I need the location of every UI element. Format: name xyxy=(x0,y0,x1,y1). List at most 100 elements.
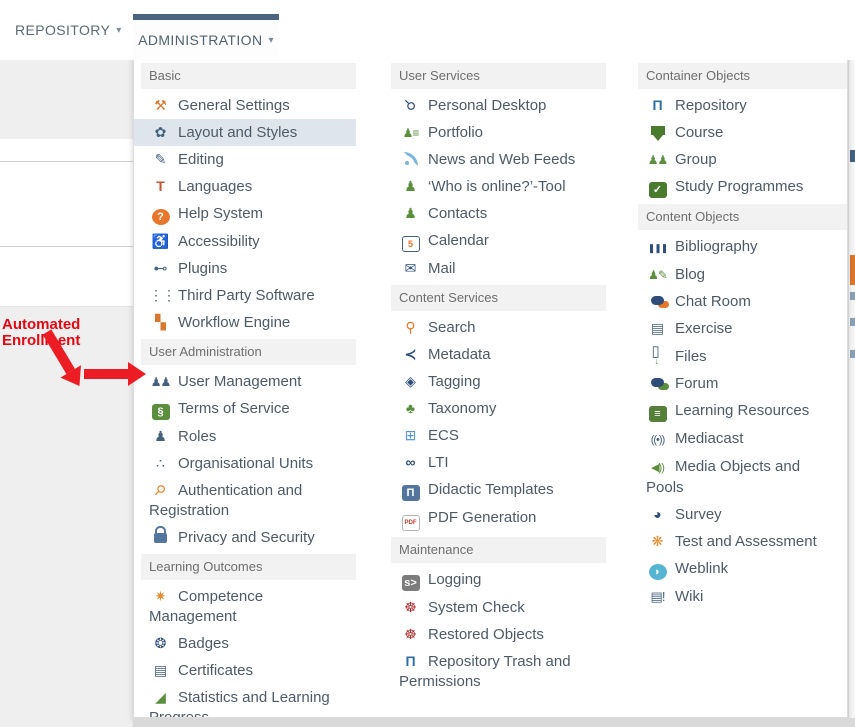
menu-item-study-programmes[interactable]: ✓ Study Programmes xyxy=(638,173,848,201)
menu-item-who-is-online-tool[interactable]: ♟‘Who is online?’-Tool xyxy=(391,173,606,200)
menu-item-accessibility[interactable]: ♿Accessibility xyxy=(141,228,356,255)
edge-mark xyxy=(850,150,855,162)
menu-item-certificates[interactable]: ▤Certificates xyxy=(141,657,356,684)
menu-item-label: Badges xyxy=(178,635,229,652)
board-icon xyxy=(646,122,669,142)
menu-item-bibliography[interactable]: ❚❚❚Bibliography xyxy=(638,233,848,261)
menu-item-languages[interactable]: TLanguages xyxy=(141,173,356,200)
edge-mark xyxy=(850,292,855,300)
menu-item-forum[interactable]: Forum xyxy=(638,370,848,397)
section-header-user-administration: User Administration xyxy=(141,339,356,365)
menu-item-group[interactable]: ♟♟ Group xyxy=(638,146,848,173)
menu-item-label: Roles xyxy=(178,428,216,445)
pdf-icon: PDF xyxy=(399,507,422,531)
menu-item-test-and-assessment[interactable]: ❋ Test and Assessment xyxy=(638,528,848,555)
menu-item-label: Languages xyxy=(178,178,252,195)
menu-item-general-settings[interactable]: ⚒General Settings xyxy=(141,92,356,119)
menu-item-authentication-and-registration[interactable]: ⚲Authentication and Registration xyxy=(141,477,356,524)
menu-item-pdf-generation[interactable]: PDFPDF Generation xyxy=(391,504,606,534)
certificate-icon: ▤ xyxy=(149,660,172,680)
menu-item-wiki[interactable]: ▤!Wiki xyxy=(638,583,848,610)
menu-item-label: Third Party Software xyxy=(178,287,315,304)
menu-item-didactic-templates[interactable]: ΠDidactic Templates xyxy=(391,476,606,504)
menu-item-logging[interactable]: s>Logging xyxy=(391,566,606,594)
menu-item-ecs[interactable]: ⊞ECS xyxy=(391,422,606,449)
menu-item-news-and-web-feeds[interactable]: News and Web Feeds xyxy=(391,146,606,173)
menu-item-mail[interactable]: ✉Mail xyxy=(391,255,606,282)
menu-item-badges[interactable]: ❂Badges xyxy=(141,630,356,657)
terminal-icon: s> xyxy=(399,569,422,591)
menu-item-statistics-and-learning-progress[interactable]: ◢Statistics and Learning Progress xyxy=(141,684,356,718)
menu-item-survey[interactable]: ◕Survey xyxy=(638,501,848,528)
menu-item-label: Workflow Engine xyxy=(178,314,290,331)
menu-item-label: Exercise xyxy=(675,320,733,337)
menu-item-privacy-and-security[interactable]: Privacy and Security xyxy=(141,524,356,551)
menu-item-label: Restored Objects xyxy=(428,626,544,643)
menu-item-layout-and-styles[interactable]: ✿Layout and Styles xyxy=(134,119,356,146)
menu-item-system-check[interactable]: ☸System Check xyxy=(391,594,606,621)
menu-item-label: Privacy and Security xyxy=(178,529,315,546)
menu-item-repository-trash-and-permissions[interactable]: ΠRepository Trash and Permissions xyxy=(391,648,606,695)
menu-item-weblink[interactable]: ◗Weblink xyxy=(638,555,848,583)
menu-item-label: ‘Who is online?’-Tool xyxy=(428,178,566,195)
menu-item-repository[interactable]: ΠRepository xyxy=(638,92,848,119)
menu-item-label: Blog xyxy=(675,266,705,283)
page-edge-content xyxy=(848,42,855,718)
menu-item-label: LTI xyxy=(428,454,449,471)
menu-item-chat-room[interactable]: Chat Room xyxy=(638,288,848,315)
menu-item-roles[interactable]: ♟Roles xyxy=(141,423,356,450)
forum-icon xyxy=(646,373,669,393)
menu-item-files[interactable]: Files xyxy=(638,342,848,370)
tab-administration[interactable]: ADMINISTRATION ▾ xyxy=(133,14,279,60)
pie-chart-icon: ◕ xyxy=(646,504,669,524)
menu-item-label: Terms of Service xyxy=(178,400,290,417)
menu-item-search[interactable]: ⚲Search xyxy=(391,314,606,341)
menu-item-calendar[interactable]: 5Calendar xyxy=(391,227,606,255)
search-icon: ⚲ xyxy=(399,317,422,337)
main-tab-bar: REPOSITORY ▾ ADMINISTRATION ▾ xyxy=(0,0,855,60)
menu-item-help-system[interactable]: ?Help System xyxy=(141,200,356,228)
menu-item-competence-management[interactable]: ✷Competence Management xyxy=(141,583,356,630)
tab-repository[interactable]: REPOSITORY ▾ xyxy=(0,0,128,60)
menu-item-learning-resources[interactable]: ≡Learning Resources xyxy=(638,397,848,425)
menu-item-blog[interactable]: ♟✎Blog xyxy=(638,261,848,288)
menu-item-label: Group xyxy=(675,151,717,168)
menu-item-label: Repository xyxy=(675,97,747,114)
group-icon: ♟♟ xyxy=(646,149,669,170)
menu-item-contacts[interactable]: ♟Contacts xyxy=(391,200,606,227)
menu-item-exercise[interactable]: ▤Exercise xyxy=(638,315,848,342)
menu-item-organisational-units[interactable]: ∴Organisational Units xyxy=(141,450,356,477)
menu-item-course[interactable]: Course xyxy=(638,119,848,146)
menu-item-mediacast[interactable]: ((•))Mediacast xyxy=(638,425,848,453)
menu-item-editing[interactable]: ✎Editing xyxy=(141,146,356,173)
menu-item-plugins[interactable]: ⊷Plugins xyxy=(141,255,356,282)
menu-item-label: Wiki xyxy=(675,588,703,605)
menu-item-label: Statistics and Learning Progress xyxy=(149,689,330,718)
antenna-icon: ((•)) xyxy=(646,428,669,450)
puzzle-icon: ❋ xyxy=(646,531,669,551)
menu-item-label: Test and Assessment xyxy=(675,533,817,550)
edge-mark xyxy=(850,318,855,326)
menu-item-restored-objects[interactable]: ☸Restored Objects xyxy=(391,621,606,648)
menu-item-portfolio[interactable]: ♟≡Portfolio xyxy=(391,119,606,146)
menu-item-personal-desktop[interactable]: ⚲Personal Desktop xyxy=(391,92,606,119)
menu-item-third-party-software[interactable]: ⋮⋮Third Party Software xyxy=(141,282,356,309)
menu-item-terms-of-service[interactable]: §Terms of Service xyxy=(141,395,356,423)
menu-item-lti[interactable]: ∞LTI xyxy=(391,449,606,476)
check-icon: ✓ xyxy=(646,176,669,198)
menu-item-workflow-engine[interactable]: ▚Workflow Engine xyxy=(141,309,356,336)
menu-item-label: Learning Resources xyxy=(675,402,809,419)
palette-icon: ✿ xyxy=(149,122,172,142)
menu-item-label: Study Programmes xyxy=(675,178,803,195)
menu-item-taxonomy[interactable]: ♣Taxonomy xyxy=(391,395,606,422)
menu-item-media-objects-and-pools[interactable]: ◀))Media Objects and Pools xyxy=(638,453,848,501)
menu-item-label: Help System xyxy=(178,205,263,222)
globe-icon: ◗ xyxy=(646,558,669,580)
page-background-row xyxy=(0,139,133,162)
menu-item-tagging[interactable]: ◈Tagging xyxy=(391,368,606,395)
menu-item-label: Files xyxy=(675,348,707,365)
menu-item-metadata[interactable]: ≺Metadata xyxy=(391,341,606,368)
caret-down-icon: ▾ xyxy=(268,35,273,46)
section-header-user-services: User Services xyxy=(391,63,606,89)
menu-item-user-management[interactable]: ♟♟User Management xyxy=(141,368,356,395)
